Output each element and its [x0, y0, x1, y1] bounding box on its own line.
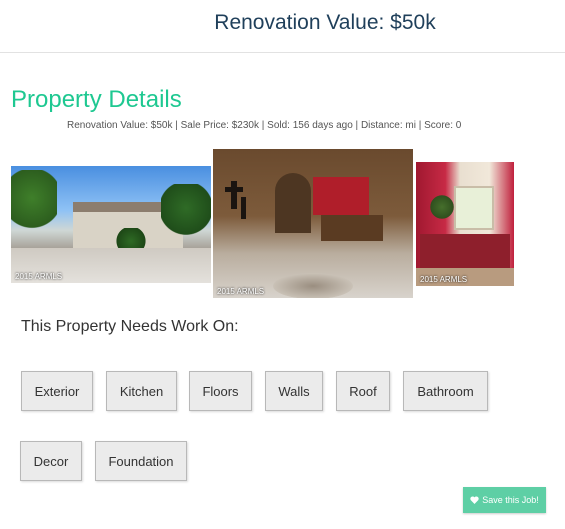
work-chip-kitchen[interactable]: Kitchen: [106, 371, 177, 411]
photo-cross: [225, 187, 243, 192]
photo-plant: [430, 192, 454, 222]
work-chip-foundation[interactable]: Foundation: [95, 441, 187, 481]
work-chip-roof[interactable]: Roof: [336, 371, 390, 411]
stat-sold: Sold: 156 days ago: [267, 120, 353, 131]
photo-tree: [161, 184, 211, 244]
renovation-value-title: Renovation Value: $50k: [214, 11, 436, 34]
photo-counter: [321, 215, 383, 241]
photo-cross: [231, 181, 237, 209]
photo-window: [454, 186, 494, 230]
property-photo-exterior[interactable]: 2015 ARMLS: [11, 166, 211, 283]
header-bar: Renovation Value: $50k: [0, 0, 565, 53]
stat-renovation-value: Renovation Value: $50k: [67, 120, 173, 131]
stat-distance: Distance: mi: [360, 120, 416, 131]
photo-caption: 2015 ARMLS: [15, 272, 63, 281]
property-photo-living-room[interactable]: 2015 ARMLS: [416, 162, 514, 286]
save-job-label: Save this Job!: [482, 495, 539, 505]
photo-cross: [241, 197, 246, 219]
needs-work-label: This Property Needs Work On:: [21, 318, 239, 335]
work-chip-decor[interactable]: Decor: [20, 441, 82, 481]
save-job-button[interactable]: Save this Job!: [463, 487, 546, 513]
work-chip-exterior[interactable]: Exterior: [21, 371, 93, 411]
stat-separator: |: [259, 120, 268, 131]
stat-sale-price: Sale Price: $230k: [180, 120, 259, 131]
photo-caption: 2015 ARMLS: [420, 275, 468, 284]
stat-separator: |: [172, 120, 181, 131]
property-stats: Renovation Value: $50k | Sale Price: $23…: [67, 120, 461, 131]
stat-separator: |: [415, 120, 425, 131]
photo-tree: [11, 170, 57, 240]
stat-separator: |: [352, 120, 361, 131]
work-chip-bathroom[interactable]: Bathroom: [403, 371, 488, 411]
photo-archway: [275, 173, 311, 233]
stat-score: Score: 0: [424, 120, 462, 131]
photo-rug: [273, 273, 353, 298]
photo-red-wall: [313, 177, 369, 215]
photo-sofa: [420, 234, 510, 268]
heart-icon: [470, 496, 479, 504]
property-details-heading: Property Details: [11, 86, 182, 113]
property-photo-interior[interactable]: 2015 ARMLS: [213, 149, 413, 298]
photo-caption: 2015 ARMLS: [217, 287, 265, 296]
work-chip-walls[interactable]: Walls: [265, 371, 323, 411]
work-chip-floors[interactable]: Floors: [189, 371, 252, 411]
